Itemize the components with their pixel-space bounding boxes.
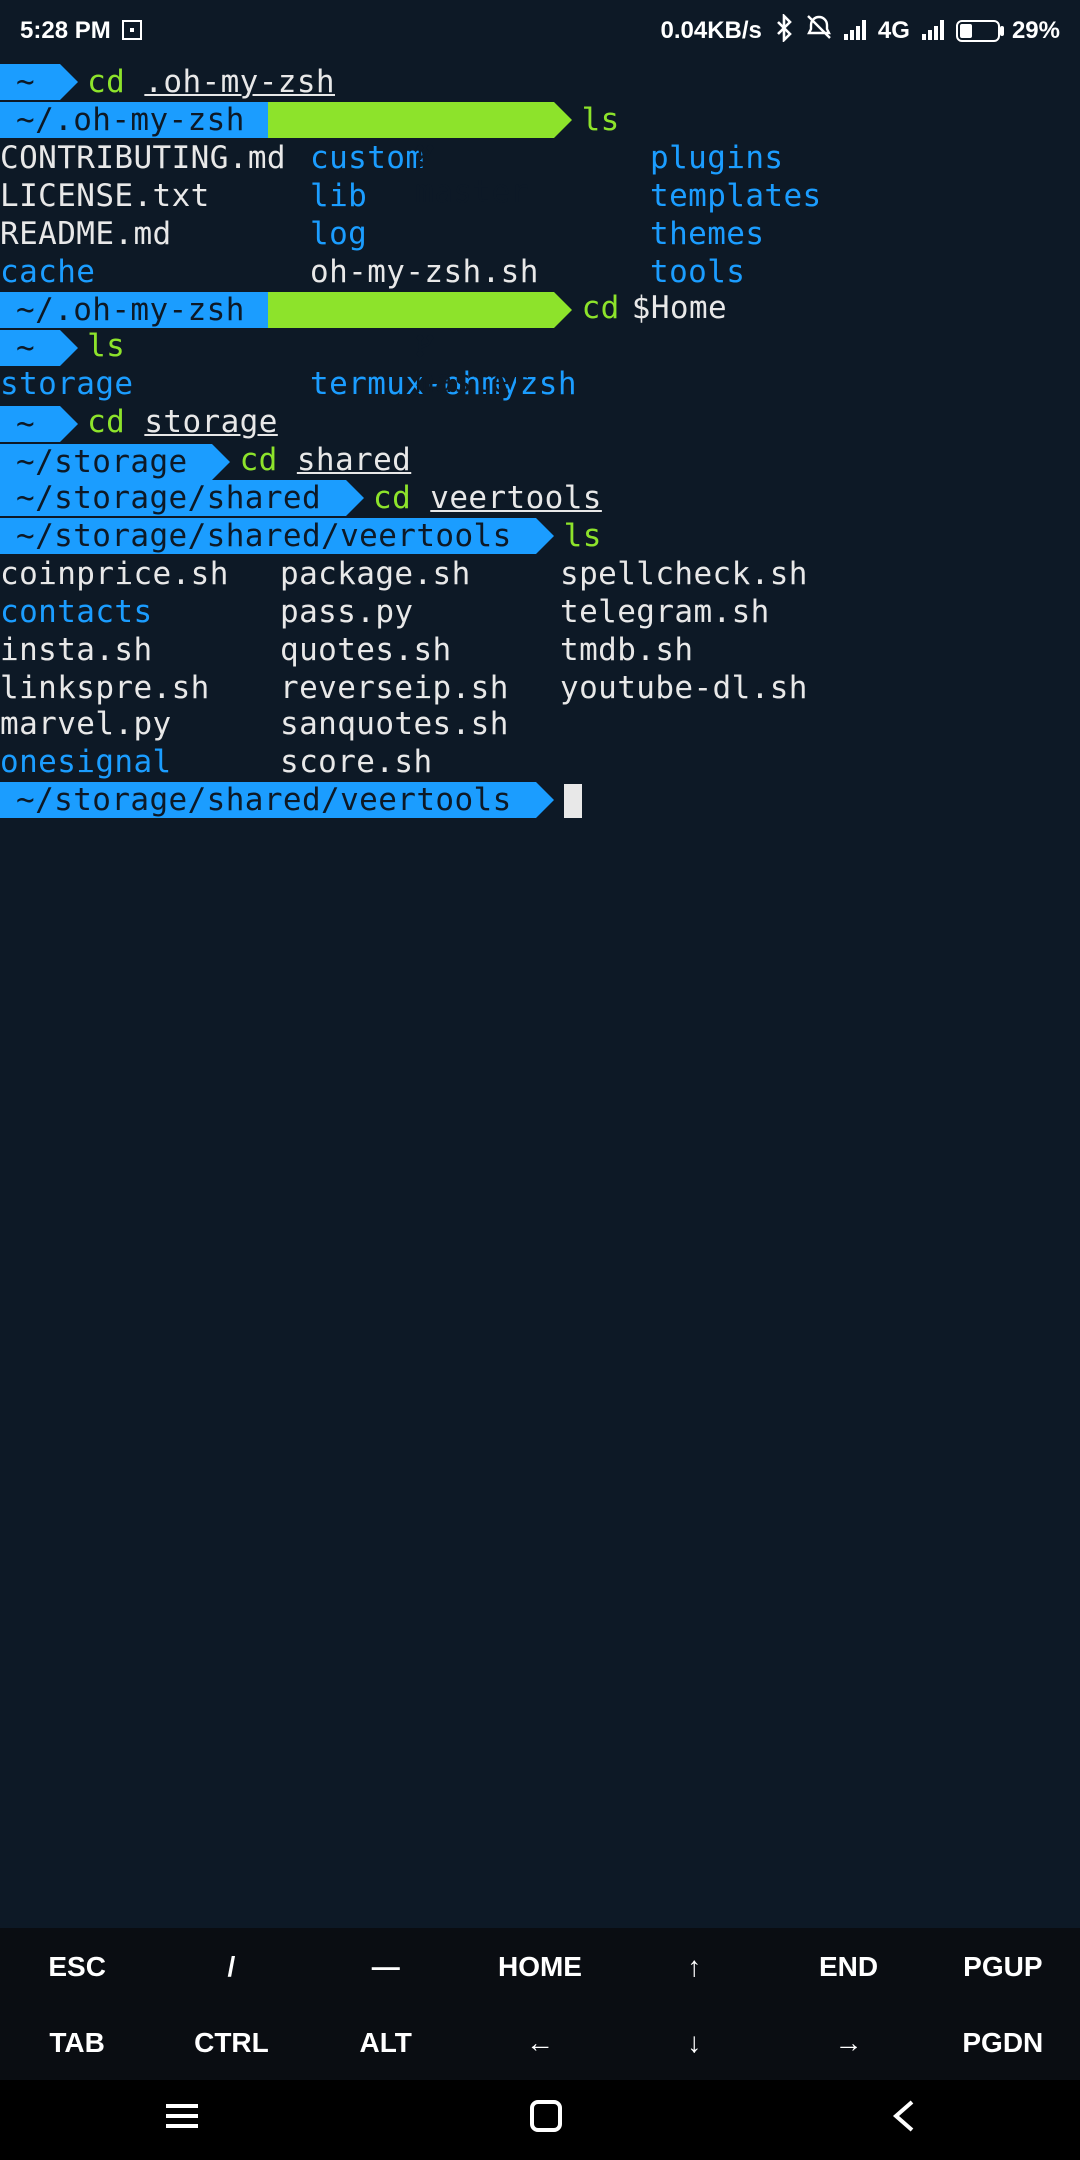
file-entry <box>560 745 1080 783</box>
battery-icon <box>956 19 1000 41</box>
prompt-path: ~/storage/shared/veertools <box>0 519 536 555</box>
prompt-path: ~ <box>0 330 59 366</box>
prompt-path: ~/.oh-my-zsh <box>0 292 269 328</box>
ls-output: storagetermux-ohmyzsh <box>0 367 1080 405</box>
android-status-bar: 5:28 PM 0.04KB/s 4G 29% <box>0 0 1080 60</box>
prompt-branch: master <box>269 292 554 328</box>
prompt-path: ~ <box>0 65 59 101</box>
command-arg: $Home <box>620 291 727 329</box>
extra-key[interactable]: ↑ <box>617 1950 771 1982</box>
prompt-line: ~ ls <box>0 329 1080 367</box>
file-entry: spellcheck.sh <box>560 556 1080 594</box>
home-icon[interactable] <box>528 2098 564 2142</box>
file-entry: quotes.sh <box>280 631 560 669</box>
file-entry: pass.py <box>280 593 560 631</box>
status-time: 5:28 PM <box>20 16 111 44</box>
back-icon[interactable] <box>889 2098 917 2142</box>
file-entry: README.md <box>0 215 310 253</box>
terminal-output[interactable]: ~ cd .oh-my-zsh ~/.oh-my-zsh master ls C… <box>0 60 1080 818</box>
prompt-line: ~/storage/shared cd veertools <box>0 480 1080 518</box>
extra-key[interactable]: HOME <box>463 1950 617 1982</box>
ls-output: coinprice.shpackage.shspellcheck.sh conta… <box>0 556 1080 783</box>
bluetooth-icon <box>774 13 794 47</box>
prompt-path: ~/storage <box>0 443 212 479</box>
file-entry: insta.sh <box>0 631 280 669</box>
prompt-line: ~/storage cd shared <box>0 442 1080 480</box>
file-entry: score.sh <box>280 745 560 783</box>
signal-icon-2 <box>922 20 944 40</box>
prompt-path: ~ <box>0 405 59 441</box>
cursor <box>564 783 582 817</box>
file-entry: linkspre.sh <box>0 669 280 707</box>
file-entry: CONTRIBUTING.md <box>0 140 310 178</box>
status-battery: 29% <box>1012 16 1060 44</box>
extra-key[interactable]: ALT <box>309 2026 463 2058</box>
extra-key[interactable]: TAB <box>0 2026 154 2058</box>
extra-key[interactable]: PGDN <box>926 2026 1080 2058</box>
extra-key[interactable]: CTRL <box>154 2026 308 2058</box>
command: cd .oh-my-zsh <box>59 64 335 102</box>
ls-output: CONTRIBUTING.mdcustompluginsLICENSE.txtl… <box>0 140 1080 291</box>
extra-key[interactable]: → <box>771 2026 925 2058</box>
recents-icon[interactable] <box>163 2100 203 2140</box>
file-entry: tools <box>650 253 1080 291</box>
extra-keys-bar: ESC/―HOME↑ENDPGUP TABCTRLALT←↓→PGDN <box>0 1928 1080 2080</box>
command: cd storage <box>59 404 278 442</box>
command: cd veertools <box>345 480 602 518</box>
notification-icon <box>123 20 143 40</box>
extra-key[interactable]: ESC <box>0 1950 154 1982</box>
file-entry: reverseip.sh <box>280 669 560 707</box>
prompt-path: ~/storage/shared <box>0 481 345 517</box>
prompt-path: ~/.oh-my-zsh <box>0 103 269 139</box>
signal-icon-1 <box>844 20 866 40</box>
command-arg: veertools <box>430 480 602 516</box>
status-network: 4G <box>878 16 910 44</box>
file-entry: themes <box>650 215 1080 253</box>
prompt-line: ~ cd storage <box>0 404 1080 442</box>
file-entry: youtube-dl.sh <box>560 669 1080 707</box>
file-entry: oh-my-zsh.sh <box>310 253 650 291</box>
file-entry: coinprice.sh <box>0 556 280 594</box>
file-entry: sanquotes.sh <box>280 707 560 745</box>
file-entry: tmdb.sh <box>560 631 1080 669</box>
prompt-path: ~/storage/shared/veertools <box>0 782 536 818</box>
prompt-line: ~ cd .oh-my-zsh <box>0 64 1080 102</box>
android-nav-bar <box>0 2080 1080 2160</box>
extra-key[interactable]: ↓ <box>617 2026 771 2058</box>
prompt-branch: master <box>269 103 554 139</box>
extra-key[interactable]: PGUP <box>926 1950 1080 1982</box>
extra-key[interactable]: END <box>771 1950 925 1982</box>
command: cd shared <box>212 442 412 480</box>
file-entry: templates <box>650 177 1080 215</box>
file-entry: marvel.py <box>0 707 280 745</box>
dnd-icon <box>806 14 832 46</box>
file-entry: cache <box>0 253 310 291</box>
file-entry: onesignal <box>0 745 280 783</box>
extra-key[interactable]: ← <box>463 2026 617 2058</box>
prompt-line: ~/.oh-my-zsh master ls <box>0 102 1080 140</box>
command-arg: .oh-my-zsh <box>144 64 335 100</box>
file-entry: package.sh <box>280 556 560 594</box>
prompt-line: ~/.oh-my-zsh master cd $Home <box>0 291 1080 329</box>
prompt-line-active[interactable]: ~/storage/shared/veertools <box>0 782 1080 818</box>
prompt-line: ~/storage/shared/veertools ls <box>0 518 1080 556</box>
extra-key[interactable]: ― <box>309 1950 463 1982</box>
file-entry: telegram.sh <box>560 593 1080 631</box>
file-entry <box>560 707 1080 745</box>
file-entry: plugins <box>650 140 1080 178</box>
file-entry: LICENSE.txt <box>0 177 310 215</box>
command-arg: shared <box>297 442 411 478</box>
file-entry: contacts <box>0 593 280 631</box>
extra-key[interactable]: / <box>154 1950 308 1982</box>
status-netspeed: 0.04KB/s <box>661 16 762 44</box>
file-entry: storage <box>0 367 310 405</box>
command-arg: storage <box>144 404 277 440</box>
